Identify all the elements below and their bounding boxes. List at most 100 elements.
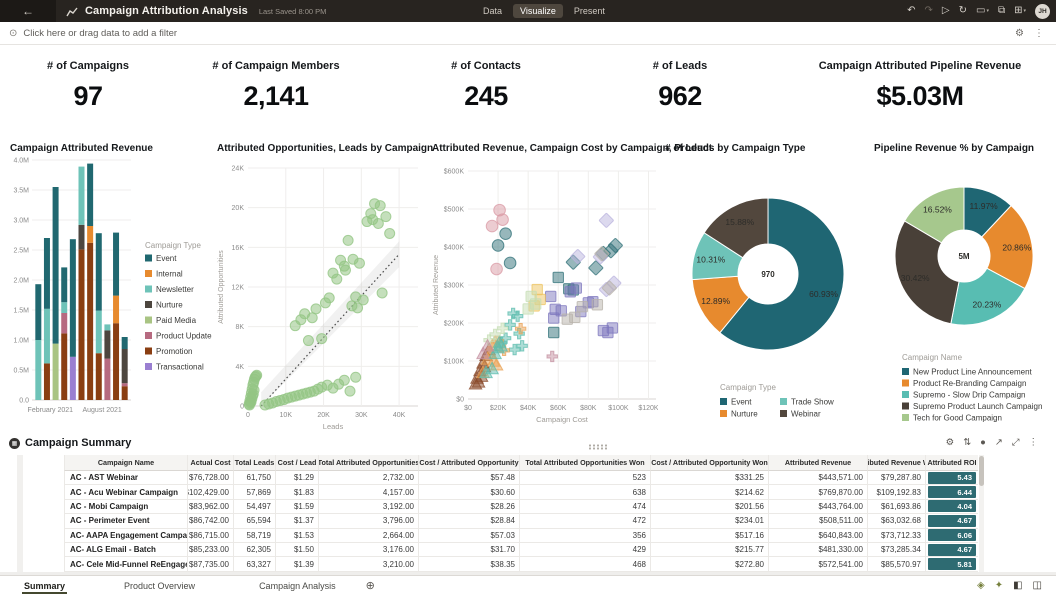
value-cell[interactable]: $79,287.80 <box>867 471 925 485</box>
campaign-name-cell[interactable]: AC - Mobi Campaign <box>64 500 187 514</box>
value-cell[interactable]: $1.53 <box>275 529 318 543</box>
table-scrollbar-thumb[interactable] <box>979 456 984 486</box>
value-cell[interactable]: 4,157.00 <box>318 485 418 499</box>
value-cell[interactable]: $85,570.97 <box>867 557 925 571</box>
bar-segment[interactable] <box>104 324 110 330</box>
value-cell[interactable]: $86,742.00 <box>187 514 233 528</box>
value-cell[interactable]: $28.26 <box>418 500 519 514</box>
data-point[interactable] <box>375 201 385 211</box>
bar-segment[interactable] <box>35 284 41 340</box>
value-cell[interactable]: $31.70 <box>418 543 519 557</box>
drag-handle[interactable] <box>588 444 607 450</box>
bar-segment[interactable] <box>122 349 128 383</box>
value-cell[interactable]: $1.50 <box>275 543 318 557</box>
campaign-name-cell[interactable]: AC - AST Webinar <box>64 471 187 485</box>
value-cell[interactable]: $769,870.00 <box>768 485 867 499</box>
data-point[interactable] <box>381 212 391 222</box>
add-page-icon[interactable]: ⊕ <box>366 579 375 592</box>
mode-tab-present[interactable]: Present <box>567 4 612 18</box>
bar-segment[interactable] <box>53 187 59 344</box>
value-cell[interactable]: $640,843.00 <box>768 529 867 543</box>
bar-segment[interactable] <box>87 243 93 400</box>
data-point[interactable] <box>348 254 358 264</box>
bar-segment[interactable] <box>113 323 119 400</box>
value-cell[interactable]: 638 <box>519 485 650 499</box>
value-cell[interactable]: $38.35 <box>418 557 519 571</box>
value-cell[interactable]: $481,330.00 <box>768 543 867 557</box>
column-header[interactable]: Attributed Revenue Won <box>867 455 925 471</box>
column-header[interactable]: Total Attributed Opportunities Won <box>519 455 650 471</box>
data-point[interactable] <box>353 303 363 313</box>
kebab-icon[interactable]: ⋮ <box>1029 437 1039 448</box>
value-cell[interactable]: 5.43 <box>925 471 978 485</box>
export-icon[interactable]: ⧉ <box>998 6 1005 16</box>
bar-segment[interactable] <box>104 330 110 358</box>
data-point[interactable] <box>377 288 387 298</box>
add-element-icon[interactable]: ⊞▾ <box>1014 6 1026 16</box>
data-point[interactable] <box>343 235 353 245</box>
bar-segment[interactable] <box>53 344 59 400</box>
value-cell[interactable]: $443,764.00 <box>768 500 867 514</box>
data-point[interactable] <box>607 323 617 333</box>
data-point[interactable] <box>546 291 556 301</box>
data-point[interactable] <box>599 213 614 228</box>
bar-segment[interactable] <box>79 225 85 250</box>
value-cell[interactable]: 3,210.00 <box>318 557 418 571</box>
value-cell[interactable]: $57.48 <box>418 471 519 485</box>
value-cell[interactable]: $30.60 <box>418 485 519 499</box>
theme-badge-icon[interactable]: ◈ <box>977 580 985 591</box>
value-cell[interactable]: 3,176.00 <box>318 543 418 557</box>
value-cell[interactable]: 3,796.00 <box>318 514 418 528</box>
data-point[interactable] <box>523 304 533 314</box>
layout-panel-split-icon[interactable]: ◫ <box>1033 580 1042 591</box>
value-cell[interactable]: $517.16 <box>650 529 768 543</box>
value-cell[interactable]: 468 <box>519 557 650 571</box>
fullscreen-icon[interactable]: ⤢ <box>1012 437 1020 448</box>
back-button[interactable]: ← <box>0 0 56 22</box>
data-point[interactable] <box>549 327 559 337</box>
layout-panel-left-icon[interactable]: ◧ <box>1013 580 1022 591</box>
value-cell[interactable]: 356 <box>519 529 650 543</box>
bar-segment[interactable] <box>44 309 50 364</box>
bar-segment[interactable] <box>79 167 85 225</box>
value-cell[interactable]: $214.62 <box>650 485 768 499</box>
value-cell[interactable]: $234.01 <box>650 514 768 528</box>
redo-icon[interactable]: ↷ <box>925 6 933 16</box>
table-scrollbar[interactable] <box>979 455 984 572</box>
undo-icon[interactable]: ↶ <box>907 6 915 16</box>
value-cell[interactable]: 54,497 <box>233 500 275 514</box>
data-point[interactable] <box>553 272 563 282</box>
value-cell[interactable]: $61,693.86 <box>867 500 925 514</box>
data-point[interactable] <box>570 312 580 322</box>
value-cell[interactable]: 58,719 <box>233 529 275 543</box>
column-header[interactable]: Attributed ROI <box>925 455 978 471</box>
page-tab-summary[interactable]: Summary <box>22 578 67 593</box>
page-tab-product-overview[interactable]: Product Overview <box>122 578 197 593</box>
value-cell[interactable]: 65,594 <box>233 514 275 528</box>
column-header[interactable]: Cost / Lead <box>275 455 318 471</box>
bar-segment[interactable] <box>35 340 41 400</box>
sort-icon[interactable]: ⇅ <box>963 437 971 448</box>
data-point[interactable] <box>500 228 512 240</box>
column-header[interactable]: Cost / Attributed Opportunity Won <box>650 455 768 471</box>
value-cell[interactable]: 523 <box>519 471 650 485</box>
bar-segment[interactable] <box>104 359 110 400</box>
bar-segment[interactable] <box>79 249 85 400</box>
value-cell[interactable]: $331.25 <box>650 471 768 485</box>
mode-tab-visualize[interactable]: Visualize <box>513 4 563 18</box>
value-cell[interactable]: $73,712.33 <box>867 529 925 543</box>
bar-segment[interactable] <box>113 296 119 324</box>
value-cell[interactable]: 6.44 <box>925 485 978 499</box>
bar-segment[interactable] <box>122 383 128 386</box>
value-cell[interactable]: $572,541.00 <box>768 557 867 571</box>
value-cell[interactable]: 61,750 <box>233 471 275 485</box>
column-header[interactable]: Total Attributed Opportunities <box>318 455 418 471</box>
value-cell[interactable]: $85,233.00 <box>187 543 233 557</box>
data-point[interactable] <box>311 304 321 314</box>
gear-icon[interactable]: ⚙ <box>946 437 955 448</box>
column-header[interactable]: Campaign Name <box>64 455 187 471</box>
data-point[interactable] <box>492 240 504 252</box>
column-header[interactable]: Actual Cost <box>187 455 233 471</box>
value-cell[interactable]: 4.67 <box>925 514 978 528</box>
value-cell[interactable]: $1.37 <box>275 514 318 528</box>
